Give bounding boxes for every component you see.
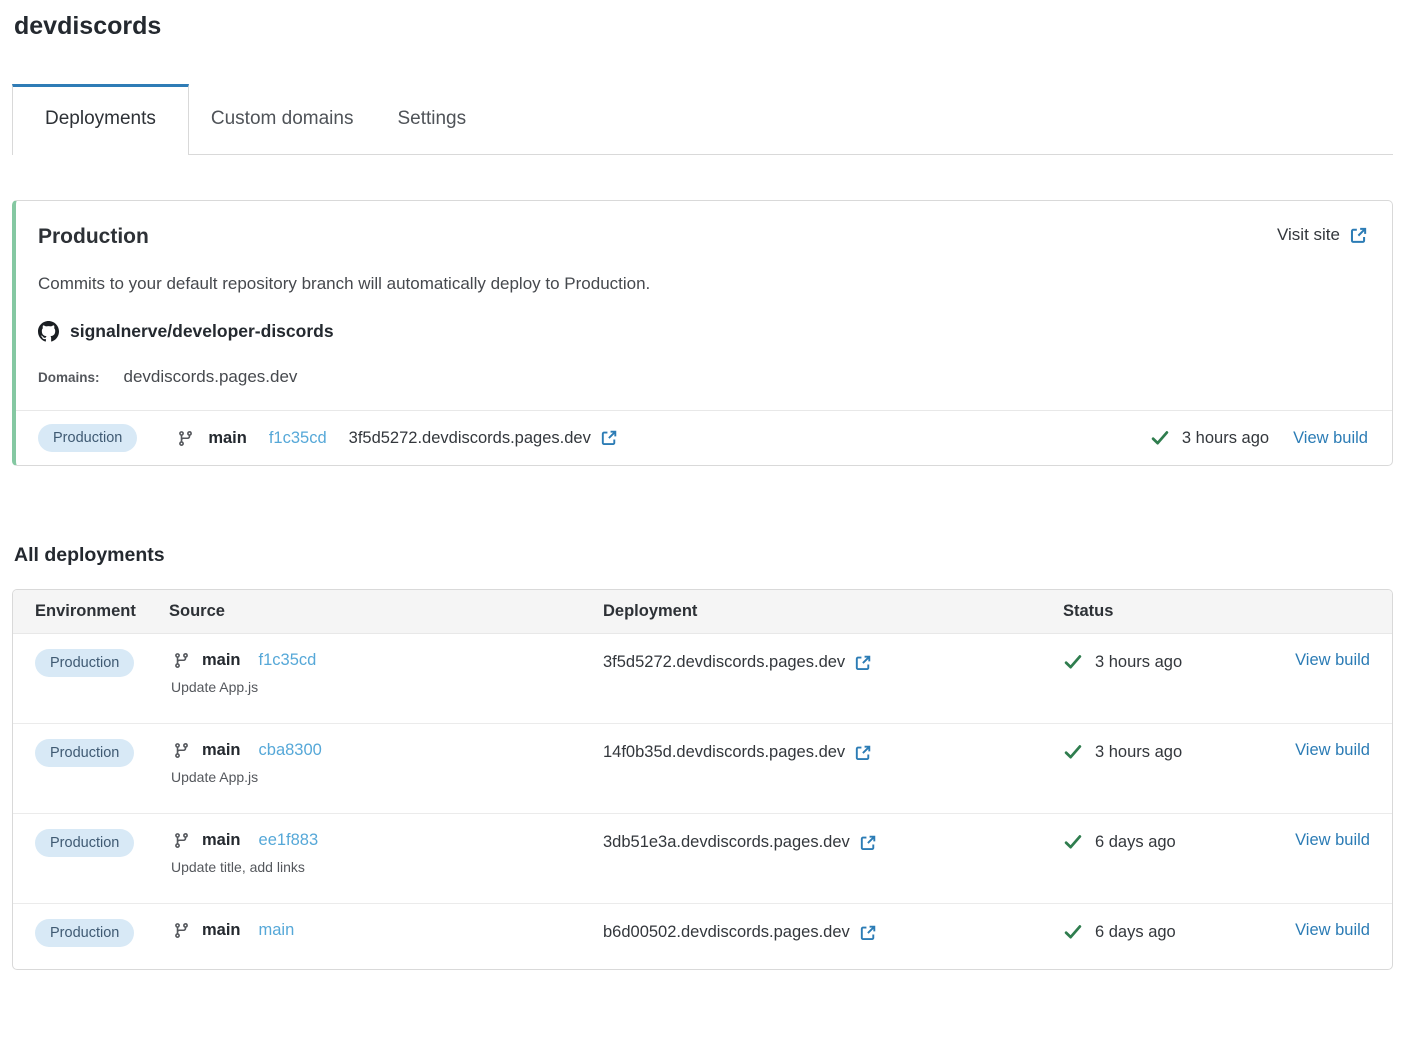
all-deployments-title: All deployments [14, 544, 1393, 567]
branch-name: main [202, 921, 241, 940]
check-icon [1150, 428, 1170, 448]
header-status: Status [1063, 602, 1263, 621]
table-row: Production main main b6d00502.devdiscord… [13, 903, 1392, 969]
tab-bar: Deployments Custom domains Settings [12, 84, 1393, 155]
deployments-table: Environment Source Deployment Status Pro… [12, 589, 1393, 970]
environment-badge: Production [35, 919, 134, 947]
view-build-link[interactable]: View build [1295, 921, 1370, 939]
deployment-url: 3db51e3a.devdiscords.pages.dev [603, 833, 850, 852]
production-description: Commits to your default repository branc… [38, 274, 1368, 294]
branch-name: main [202, 741, 241, 760]
table-row: Production main cba8300 Update App.js 14… [13, 723, 1392, 813]
status-time: 6 days ago [1095, 923, 1176, 942]
page: devdiscords Deployments Custom domains S… [0, 12, 1413, 976]
external-link-icon[interactable] [854, 654, 872, 672]
table-row: Production main ee1f883 Update title, ad… [13, 813, 1392, 903]
environment-badge: Production [38, 424, 137, 452]
commit-link[interactable]: f1c35cd [269, 429, 327, 448]
check-icon [1063, 742, 1083, 762]
git-branch-icon [173, 832, 190, 849]
check-icon [1063, 832, 1083, 852]
branch-name: main [208, 429, 247, 448]
check-icon [1063, 922, 1083, 942]
tab-custom-domains[interactable]: Custom domains [189, 84, 376, 154]
deployment-url: 3f5d5272.devdiscords.pages.dev [603, 653, 845, 672]
status-time: 6 days ago [1095, 833, 1176, 852]
domains-label: Domains: [38, 370, 100, 385]
status-time: 3 hours ago [1182, 429, 1269, 448]
view-build-link[interactable]: View build [1295, 831, 1370, 849]
commit-link[interactable]: ee1f883 [259, 831, 319, 850]
external-link-icon[interactable] [600, 429, 618, 447]
visit-site-label: Visit site [1277, 225, 1340, 245]
commit-message: Update App.js [171, 679, 603, 695]
environment-badge: Production [35, 739, 134, 767]
table-header-row: Environment Source Deployment Status [13, 590, 1392, 634]
git-branch-icon [177, 430, 194, 447]
production-card-title: Production [38, 225, 149, 249]
header-deployment: Deployment [603, 602, 1063, 621]
commit-message: Update title, add links [171, 859, 603, 875]
check-icon [1063, 652, 1083, 672]
header-environment: Environment [13, 602, 169, 621]
deployment-url: 3f5d5272.devdiscords.pages.dev [349, 429, 591, 448]
external-link-icon[interactable] [859, 834, 877, 852]
github-icon [38, 321, 59, 342]
branch-name: main [202, 651, 241, 670]
git-branch-icon [173, 652, 190, 669]
tab-settings[interactable]: Settings [375, 84, 488, 154]
deployment-url: b6d00502.devdiscords.pages.dev [603, 923, 850, 942]
environment-badge: Production [35, 649, 134, 677]
branch-name: main [202, 831, 241, 850]
repository-name: signalnerve/developer-discords [70, 321, 334, 342]
tab-deployments[interactable]: Deployments [12, 84, 189, 155]
commit-link[interactable]: main [259, 921, 295, 940]
external-link-icon [1349, 226, 1368, 245]
production-card: Production Visit site Commits to your de… [12, 200, 1393, 466]
view-build-link[interactable]: View build [1293, 429, 1368, 448]
view-build-link[interactable]: View build [1295, 741, 1370, 759]
external-link-icon[interactable] [854, 744, 872, 762]
deployment-url: 14f0b35d.devdiscords.pages.dev [603, 743, 845, 762]
status-time: 3 hours ago [1095, 743, 1182, 762]
commit-message: Update App.js [171, 769, 603, 785]
environment-badge: Production [35, 829, 134, 857]
page-title: devdiscords [14, 12, 1393, 41]
visit-site-link[interactable]: Visit site [1277, 225, 1368, 245]
table-row: Production main f1c35cd Update App.js 3f… [13, 634, 1392, 723]
commit-link[interactable]: f1c35cd [259, 651, 317, 670]
domains-value: devdiscords.pages.dev [124, 367, 298, 387]
production-deployment-row: Production main f1c35cd 3f5d5272.devdisc… [16, 410, 1392, 465]
git-branch-icon [173, 922, 190, 939]
status-time: 3 hours ago [1095, 653, 1182, 672]
commit-link[interactable]: cba8300 [259, 741, 322, 760]
external-link-icon[interactable] [859, 924, 877, 942]
git-branch-icon [173, 742, 190, 759]
view-build-link[interactable]: View build [1295, 651, 1370, 669]
header-source: Source [169, 602, 603, 621]
